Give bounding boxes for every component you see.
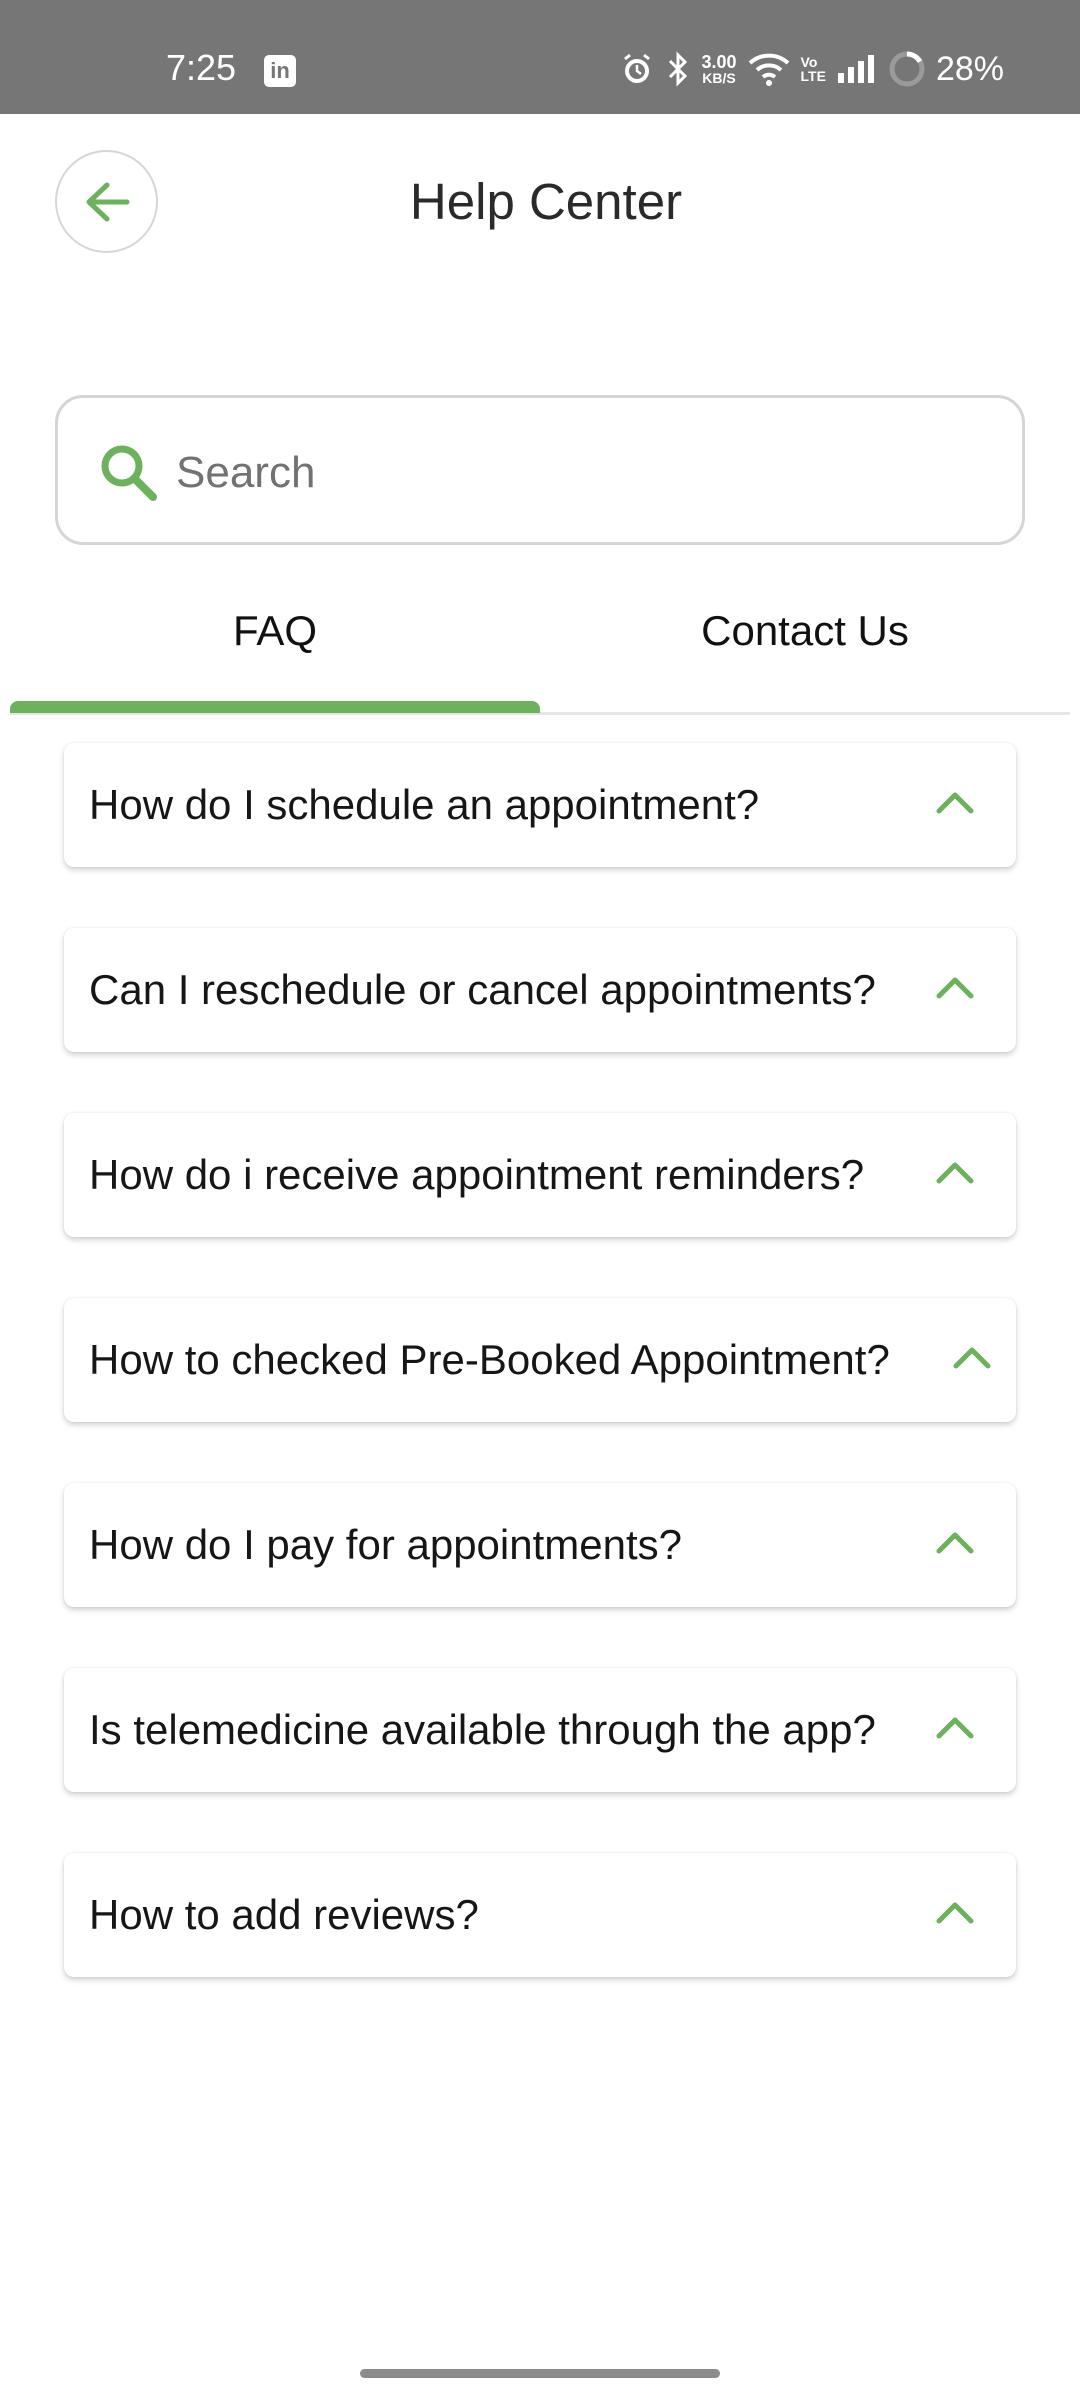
tab-bar: FAQ Contact Us	[0, 588, 1080, 716]
chevron-up-icon[interactable]	[934, 972, 976, 1002]
volte-bottom: LTE	[800, 68, 826, 84]
tab-contact-us[interactable]: Contact Us	[540, 588, 1070, 716]
network-speed-unit: KB/S	[702, 69, 736, 86]
faq-question: Is telemedicine available through the ap…	[89, 1706, 876, 1753]
chevron-up-icon[interactable]	[951, 1342, 993, 1372]
tab-contact-us-label: Contact Us	[701, 607, 909, 654]
faq-question: Can I reschedule or cancel appointments?	[89, 966, 876, 1013]
chevron-up-icon[interactable]	[934, 1897, 976, 1927]
wifi-icon	[747, 51, 791, 87]
chevron-up-icon[interactable]	[934, 1527, 976, 1557]
faq-item[interactable]: Can I reschedule or cancel appointments?	[64, 928, 1016, 1052]
faq-item[interactable]: How do I schedule an appointment?	[64, 743, 1016, 867]
search-box[interactable]	[55, 395, 1025, 545]
chevron-up-icon[interactable]	[934, 1712, 976, 1742]
active-tab-indicator	[10, 701, 540, 713]
volte-top: Vo	[800, 54, 818, 70]
network-speed-value: 3.00	[701, 51, 737, 72]
faq-item[interactable]: How to add reviews?	[64, 1853, 1016, 1977]
battery-percentage: 28%	[935, 50, 1004, 88]
chevron-up-icon[interactable]	[934, 1157, 976, 1187]
home-indicator[interactable]	[360, 2369, 720, 2378]
faq-question: How to add reviews?	[89, 1891, 479, 1938]
faq-question: How do i receive appointment reminders?	[89, 1151, 865, 1198]
status-icons: 3.00 KB/S Vo LTE 28%	[619, 44, 1004, 94]
status-bar: 7:25 in 3.00 KB/S Vo LTE 28%	[0, 0, 1080, 114]
search-icon	[101, 445, 157, 501]
battery-ring-icon	[888, 50, 926, 88]
faq-item[interactable]: Is telemedicine available through the ap…	[64, 1668, 1016, 1792]
faq-item[interactable]: How do i receive appointment reminders?	[64, 1113, 1016, 1237]
tab-faq[interactable]: FAQ	[10, 588, 540, 716]
tab-faq-label: FAQ	[232, 607, 318, 654]
page-title: Help Center	[409, 173, 683, 230]
alarm-icon	[619, 51, 655, 87]
faq-item[interactable]: How do I pay for appointments?	[64, 1483, 1016, 1607]
bluetooth-icon	[665, 50, 691, 88]
faq-question: How to checked Pre-Booked Appointment?	[89, 1336, 890, 1383]
signal-icon	[836, 53, 878, 85]
network-speed: 3.00 KB/S	[701, 51, 737, 86]
faq-question: How do I pay for appointments?	[89, 1521, 683, 1568]
status-time: 7:25	[166, 47, 237, 88]
faq-item[interactable]: How to checked Pre-Booked Appointment?	[64, 1298, 1016, 1422]
search-input[interactable]	[176, 438, 996, 508]
linkedin-icon: in	[264, 55, 296, 87]
chevron-up-icon[interactable]	[934, 787, 976, 817]
faq-question: How do I schedule an appointment?	[89, 781, 760, 828]
volte-indicator: Vo LTE	[801, 55, 826, 83]
